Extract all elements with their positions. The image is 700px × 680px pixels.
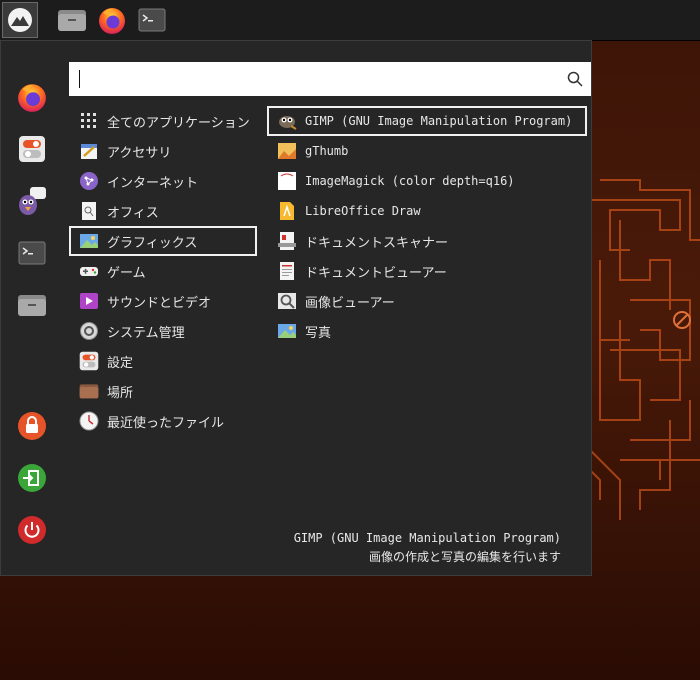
multimedia-icon <box>79 291 99 311</box>
logout-button[interactable] <box>14 460 50 496</box>
category-item[interactable]: インターネット <box>69 166 257 196</box>
image-viewer-icon <box>277 291 297 311</box>
application-list: GIMP (GNU Image Manipulation Program) gTh… <box>267 106 587 346</box>
app-item[interactable]: LibreOffice Draw <box>267 196 587 226</box>
lock-icon <box>18 412 46 440</box>
system-gear-icon <box>79 321 99 341</box>
search-input[interactable] <box>75 66 559 94</box>
graphics-icon <box>79 231 99 251</box>
office-icon <box>79 201 99 221</box>
category-item[interactable]: サウンドとビデオ <box>69 286 257 316</box>
settings-toggle-icon <box>19 136 45 162</box>
recent-clock-icon <box>79 411 99 431</box>
category-item[interactable]: アクセサリ <box>69 136 257 166</box>
category-label: アクセサリ <box>107 145 172 161</box>
category-label: インターネット <box>107 175 199 191</box>
category-label: 全てのアプリケーション <box>107 115 250 131</box>
app-item[interactable]: 写真 <box>267 316 587 346</box>
gimp-icon <box>277 111 297 131</box>
category-label: グラフィックス <box>107 235 198 251</box>
terminal-icon <box>18 241 46 265</box>
logout-icon <box>18 464 46 492</box>
app-label: GIMP (GNU Image Manipulation Program) <box>305 114 573 128</box>
category-item[interactable]: ゲーム <box>69 256 257 286</box>
category-item[interactable]: オフィス <box>69 196 257 226</box>
category-item[interactable]: 場所 <box>69 376 257 406</box>
power-icon <box>18 516 46 544</box>
terminal-icon <box>138 8 166 32</box>
favorite-firefox[interactable] <box>14 79 50 115</box>
mountain-logo-icon <box>8 8 32 32</box>
photos-icon <box>277 321 297 341</box>
category-label: オフィス <box>107 205 159 221</box>
search-icon[interactable] <box>567 71 583 87</box>
category-item[interactable]: 全てのアプリケーション <box>69 106 257 136</box>
category-label: システム管理 <box>107 325 185 341</box>
internet-icon <box>79 171 99 191</box>
category-label: 場所 <box>107 385 134 401</box>
description-text: 画像の作成と写真の編集を行います <box>368 550 561 564</box>
application-menu: 全てのアプリケーション アクセサリインターネット オフィスグラフィックス ゲームサウン… <box>0 40 592 576</box>
accessories-icon <box>79 141 99 161</box>
category-item[interactable]: 設定 <box>69 346 257 376</box>
favorite-terminal[interactable] <box>14 235 50 271</box>
app-label: ImageMagick (color depth=q16) <box>305 174 515 188</box>
category-item[interactable]: 最近使ったファイル <box>69 406 257 436</box>
category-list: 全てのアプリケーション アクセサリインターネット オフィスグラフィックス ゲームサウン… <box>69 106 257 436</box>
terminal-launcher[interactable] <box>134 2 170 38</box>
application-menu-button[interactable] <box>2 2 38 38</box>
category-label: ゲーム <box>107 265 146 281</box>
firefox-icon <box>18 84 46 112</box>
grid-icon <box>79 111 99 131</box>
gthumb-icon <box>277 141 297 161</box>
app-item[interactable]: 画像ビューアー <box>267 286 587 316</box>
libreoffice-draw-icon <box>277 201 297 221</box>
firefox-launcher[interactable] <box>94 2 130 38</box>
folder-icon <box>18 295 46 316</box>
settings-toggle-icon <box>79 351 99 371</box>
gamepad-icon <box>79 261 99 281</box>
app-label: 写真 <box>305 325 332 341</box>
category-item[interactable]: システム管理 <box>69 316 257 346</box>
category-label: 最近使ったファイル <box>107 415 225 431</box>
top-panel <box>0 0 700 41</box>
favorite-file-manager[interactable] <box>14 287 50 323</box>
app-label: ドキュメントスキャナー <box>305 235 449 251</box>
shutdown-button[interactable] <box>14 512 50 548</box>
firefox-icon <box>99 8 125 34</box>
app-item[interactable]: gThumb <box>267 136 587 166</box>
description-app-name: GIMP (GNU Image Manipulation Program) <box>293 531 561 545</box>
lock-screen-button[interactable] <box>14 408 50 444</box>
app-item[interactable]: ドキュメントスキャナー <box>267 226 587 256</box>
app-description: GIMP (GNU Image Manipulation Program) 画像… <box>294 529 561 567</box>
app-item[interactable]: ドキュメントビューアー <box>267 256 587 286</box>
app-label: LibreOffice Draw <box>305 204 421 218</box>
favorite-settings[interactable] <box>14 131 50 167</box>
app-label: 画像ビューアー <box>305 295 395 311</box>
folder-icon <box>79 381 99 401</box>
category-label: 設定 <box>107 355 134 371</box>
document-viewer-icon <box>277 261 297 281</box>
app-label: gThumb <box>305 144 349 158</box>
category-label: サウンドとビデオ <box>107 295 212 311</box>
imagemagick-icon <box>277 171 297 191</box>
app-item[interactable]: GIMP (GNU Image Manipulation Program) <box>267 106 587 136</box>
favorites-sidebar <box>1 41 63 575</box>
favorite-pidgin[interactable] <box>14 183 50 219</box>
folder-icon <box>58 10 86 31</box>
file-manager-launcher[interactable] <box>54 2 90 38</box>
app-item[interactable]: ImageMagick (color depth=q16) <box>267 166 587 196</box>
scanner-icon <box>277 231 297 251</box>
app-label: ドキュメントビューアー <box>305 265 447 281</box>
category-item[interactable]: グラフィックス <box>69 226 257 256</box>
pidgin-chat-icon <box>19 187 46 215</box>
search-box[interactable] <box>69 62 591 96</box>
